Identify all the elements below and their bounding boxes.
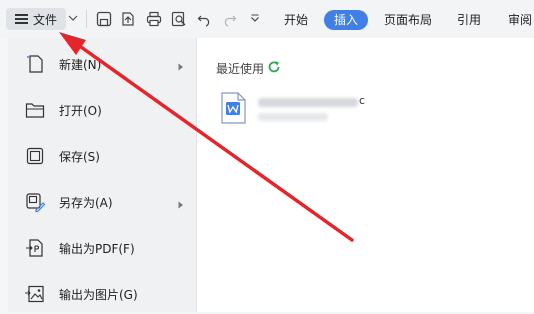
word-document-icon xyxy=(220,92,246,124)
folder-open-icon xyxy=(24,99,46,121)
recent-file-item[interactable]: c xyxy=(220,92,520,128)
tab-home[interactable]: 开始 xyxy=(284,10,308,30)
menu-item-save-as[interactable]: 另存为(A) xyxy=(8,182,196,222)
menu-item-export-pdf[interactable]: 输出为PDF(F) xyxy=(8,228,196,268)
file-name-tail: c xyxy=(359,94,366,107)
recent-header: 最近使用 xyxy=(216,60,281,77)
file-menu-panel: 新建(N) 打开(O) 保存(S) 另存为(A) 输出为PDF(F) 输出为图片… xyxy=(8,38,197,312)
redo-icon[interactable] xyxy=(220,10,238,28)
menu-item-label: 打开(O) xyxy=(59,103,102,118)
refresh-icon[interactable] xyxy=(267,60,281,77)
export-pdf-icon xyxy=(24,237,46,259)
recent-title: 最近使用 xyxy=(216,62,265,76)
menu-item-label: 输出为PDF(F) xyxy=(59,241,135,256)
save-as-icon xyxy=(24,191,46,213)
toolbar-divider xyxy=(86,10,87,28)
file-path-redacted xyxy=(258,113,328,121)
export-image-icon xyxy=(24,283,46,305)
file-name-redacted xyxy=(258,98,358,107)
tab-page-layout[interactable]: 页面布局 xyxy=(384,10,432,30)
file-menu-label: 文件 xyxy=(32,12,57,27)
hamburger-icon xyxy=(14,14,28,24)
tab-references[interactable]: 引用 xyxy=(457,10,481,30)
menu-item-label: 保存(S) xyxy=(59,149,100,164)
print-icon[interactable] xyxy=(145,10,163,28)
submenu-arrow-icon xyxy=(178,198,184,209)
menu-item-new[interactable]: 新建(N) xyxy=(8,44,196,84)
print-preview-icon[interactable] xyxy=(170,10,188,28)
top-toolbar: 文件 开始 插入 页面布局 引用 审阅 xyxy=(0,0,534,38)
save-icon[interactable] xyxy=(95,10,113,28)
menu-item-label: 输出为图片(G) xyxy=(59,287,138,302)
tab-insert[interactable]: 插入 xyxy=(324,10,369,30)
recent-files-panel: 最近使用 c xyxy=(197,38,534,312)
chevron-down-icon[interactable] xyxy=(67,11,79,25)
export-icon[interactable] xyxy=(119,10,137,28)
menu-item-export-image[interactable]: 输出为图片(G) xyxy=(8,274,196,314)
save-icon xyxy=(24,145,46,167)
more-dropdown-icon[interactable] xyxy=(246,10,264,28)
submenu-arrow-icon xyxy=(178,60,184,71)
menu-item-save[interactable]: 保存(S) xyxy=(8,136,196,176)
menu-item-open[interactable]: 打开(O) xyxy=(8,90,196,130)
menu-item-label: 另存为(A) xyxy=(59,195,113,210)
file-menu-button[interactable]: 文件 xyxy=(6,8,66,30)
new-file-icon xyxy=(24,53,46,75)
tab-review[interactable]: 审阅 xyxy=(508,10,532,30)
menu-item-label: 新建(N) xyxy=(59,57,102,72)
undo-icon[interactable] xyxy=(196,10,214,28)
